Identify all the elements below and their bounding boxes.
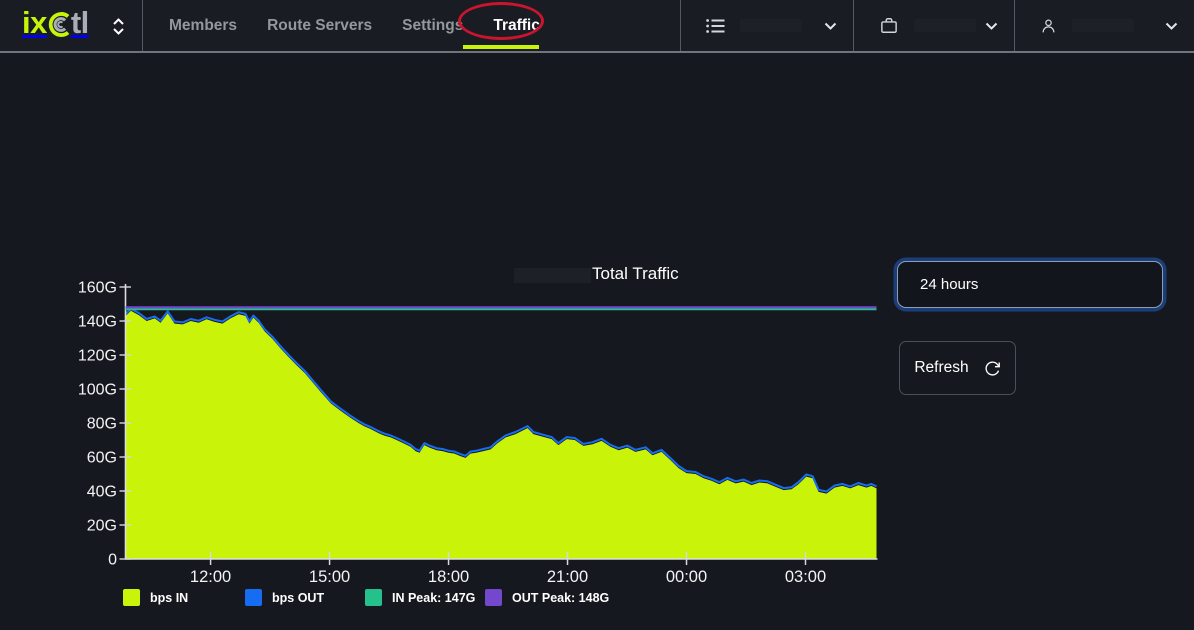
briefcase-icon [879, 16, 899, 35]
user-account-dropdown[interactable] [1014, 0, 1194, 51]
x-tick-label: 21:00 [547, 568, 588, 586]
main-nav: Members Route Servers Settings Traffic [169, 0, 540, 51]
y-tick-label: 100G [78, 382, 117, 399]
x-tick-label: 03:00 [785, 568, 826, 586]
bps-in-area [126, 311, 877, 559]
x-tick-label: 18:00 [428, 568, 469, 586]
active-tab-indicator [463, 45, 539, 49]
traffic-chart-plot[interactable]: 0 20G 40G 60G 80G 100G 120G 140G 160G 12:00 15:00 1… [0, 252, 890, 597]
y-tick-label: 140G [78, 314, 117, 331]
brand-c-mark-icon [47, 8, 74, 41]
nav-item-members[interactable]: Members [169, 17, 237, 35]
exchange-select-dropdown[interactable] [680, 0, 853, 51]
refresh-button[interactable]: Refresh [899, 341, 1016, 395]
y-tick-label: 0 [108, 552, 117, 569]
unfold-icon [112, 17, 125, 36]
redacted-text [740, 19, 802, 32]
legend-item-out-peak[interactable]: OUT Peak: 148G [485, 589, 609, 606]
nav-item-settings[interactable]: Settings [402, 17, 463, 35]
y-tick-label: 80G [87, 416, 117, 433]
time-range-value: 24 hours [920, 276, 978, 293]
navbar-divider [142, 0, 143, 51]
y-tick-label: 20G [87, 518, 117, 535]
refresh-label: Refresh [914, 359, 968, 377]
x-tick-label: 00:00 [666, 568, 707, 586]
legend-label: IN Peak: 147G [392, 591, 475, 605]
x-tick-label: 12:00 [190, 568, 231, 586]
user-icon [1040, 16, 1057, 36]
y-tick-label: 60G [87, 450, 117, 467]
nav-item-traffic[interactable]: Traffic [493, 17, 540, 35]
y-tick-label: 120G [78, 348, 117, 365]
y-tick-label: 160G [78, 280, 117, 297]
legend-swatch-out-peak [485, 589, 502, 606]
chevron-down-icon [1165, 22, 1178, 30]
legend-swatch-in-peak [365, 589, 382, 606]
redacted-text [1072, 19, 1134, 32]
legend-item-in-peak[interactable]: IN Peak: 147G [365, 589, 475, 606]
x-tick-label: 15:00 [309, 568, 350, 586]
chevron-down-icon [985, 22, 998, 30]
legend-swatch-bps-in [123, 589, 140, 606]
nav-item-route-servers[interactable]: Route Servers [267, 17, 372, 35]
time-range-select[interactable]: 24 hours [897, 261, 1163, 308]
brand-text-tl: tl [71, 5, 89, 41]
legend-item-bps-out[interactable]: bps OUT [245, 589, 324, 606]
chevron-down-icon [824, 22, 837, 30]
organization-select-dropdown[interactable] [853, 0, 1014, 51]
legend-label: bps OUT [272, 591, 324, 605]
list-icon [706, 18, 725, 34]
brand-logo[interactable]: ix tl [22, 5, 89, 41]
redacted-text [914, 19, 976, 32]
refresh-icon [984, 360, 1001, 377]
top-navbar: ix tl Members Route Servers Settings Tra… [0, 0, 1194, 53]
y-tick-label: 40G [87, 484, 117, 501]
legend-label: bps IN [150, 591, 188, 605]
legend-label: OUT Peak: 148G [512, 591, 609, 605]
brand-text-ix: ix [22, 5, 47, 41]
org-switcher-button[interactable] [104, 8, 132, 44]
legend-item-bps-in[interactable]: bps IN [123, 589, 188, 606]
legend-swatch-bps-out [245, 589, 262, 606]
